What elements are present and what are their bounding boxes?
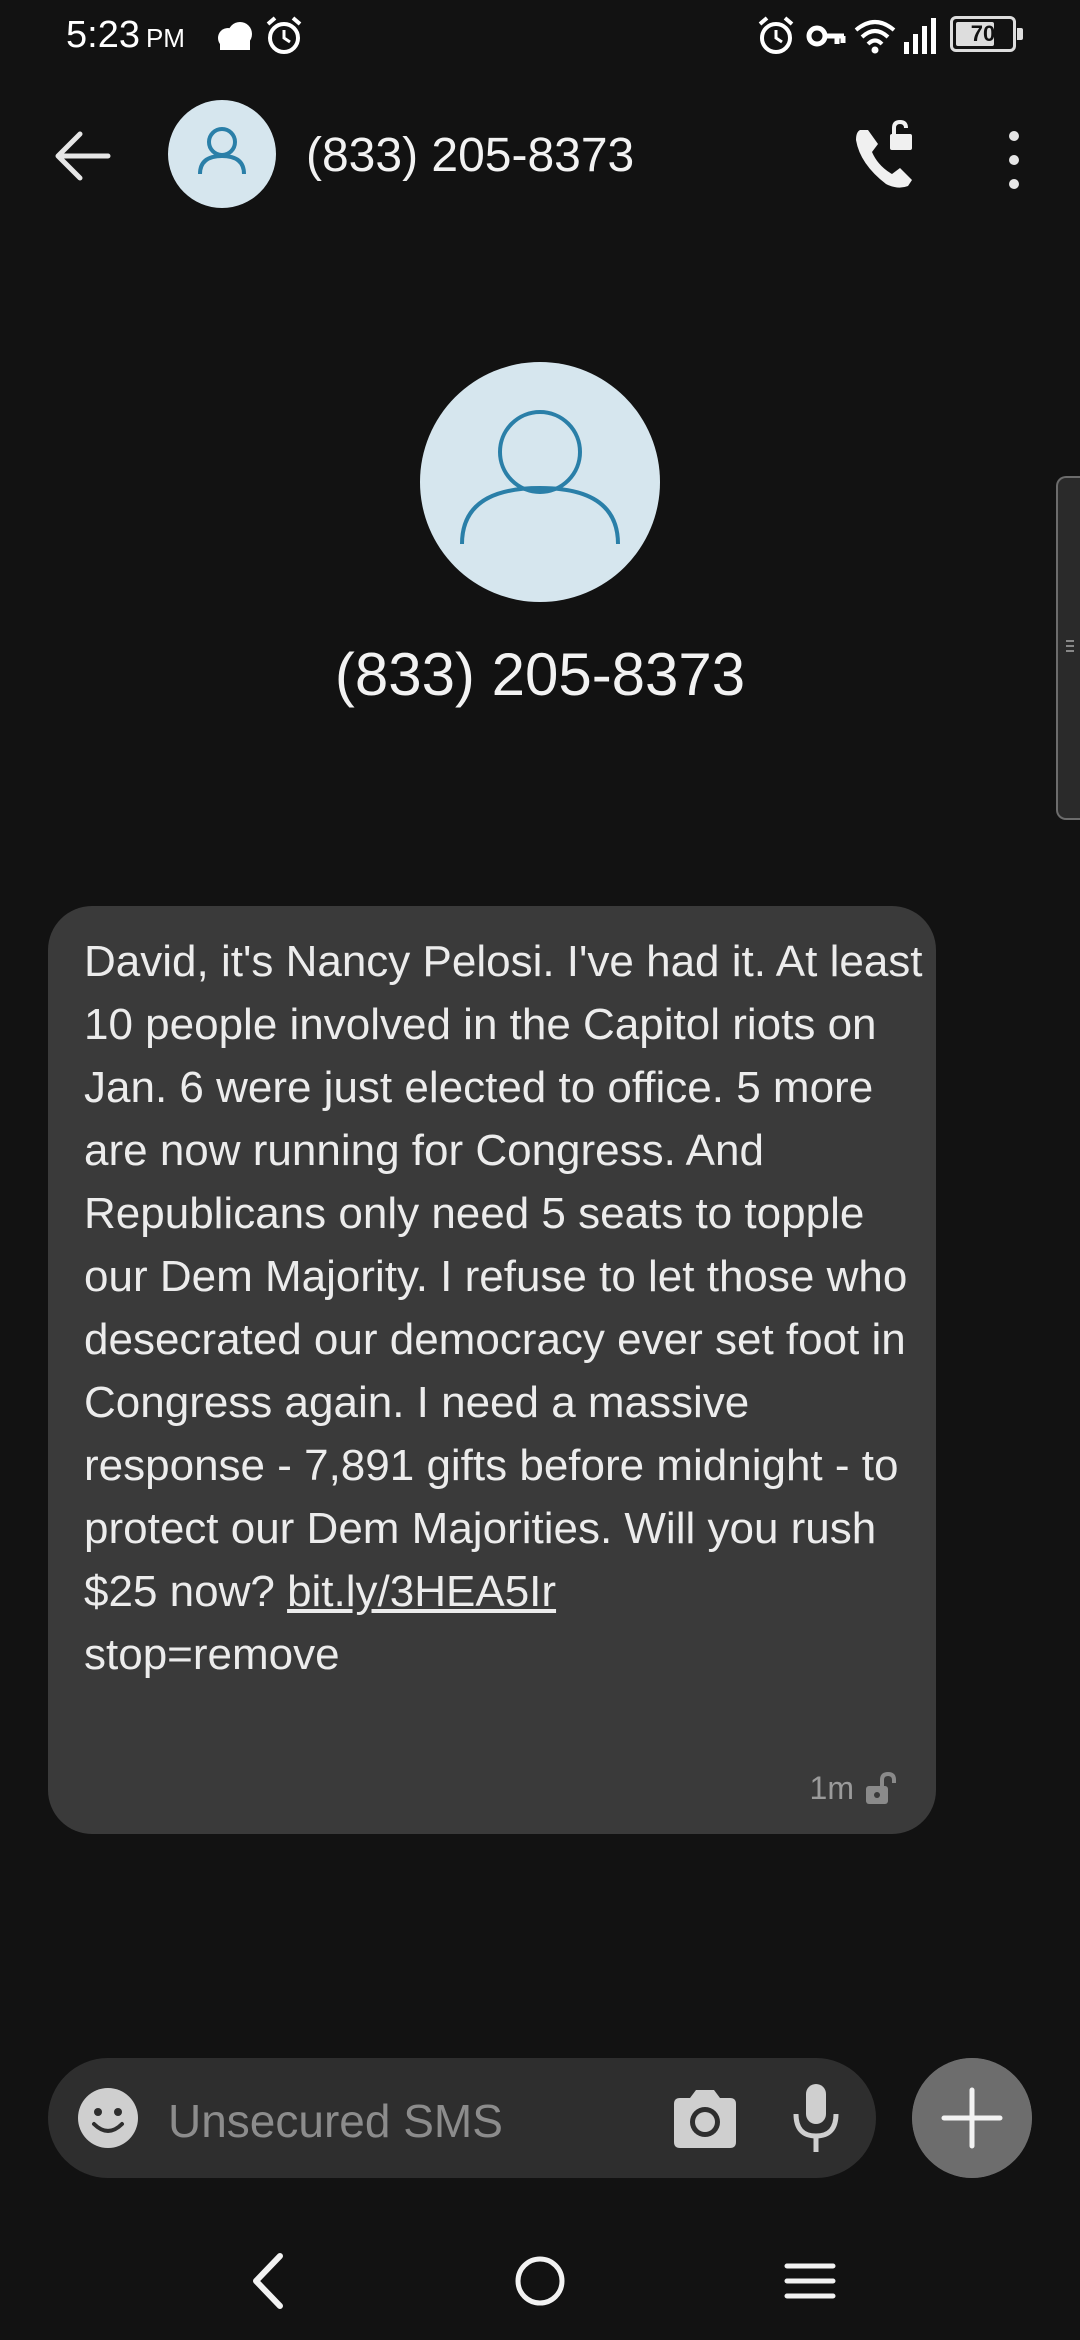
nav-home-button[interactable] (495, 2236, 585, 2326)
microphone-button[interactable] (788, 2082, 844, 2156)
emoji-button[interactable] (76, 2086, 140, 2150)
vpn-key-icon (806, 25, 846, 47)
message-link[interactable]: bit.ly/3HEA5Ir (287, 1567, 556, 1616)
message-text: David, it's Nancy Pelosi. I've had it. A… (84, 937, 923, 1616)
camera-button[interactable] (670, 2088, 740, 2150)
signal-icon (904, 18, 936, 54)
battery-level-text: 70 (970, 21, 996, 46)
contact-avatar[interactable] (168, 100, 276, 208)
add-attachment-button[interactable] (912, 2058, 1032, 2178)
battery-icon: 70 (950, 16, 1023, 52)
nav-recents-button[interactable] (765, 2236, 855, 2326)
message-bubble[interactable]: David, it's Nancy Pelosi. I've had it. A… (48, 906, 936, 1834)
contact-number: (833) 205-8373 (334, 641, 746, 708)
person-icon (198, 127, 246, 175)
status-time: 5:23 PM (66, 14, 185, 56)
message-input[interactable]: Unsecured SMS (168, 2094, 503, 2148)
more-options-button[interactable] (990, 122, 1038, 198)
nav-back-button[interactable] (224, 2236, 314, 2326)
back-button[interactable] (46, 120, 118, 192)
unlocked-icon (866, 1771, 896, 1804)
person-icon (460, 410, 620, 545)
wifi-icon (854, 20, 896, 54)
alarm-icon (266, 16, 302, 54)
scroll-handle[interactable] (1056, 476, 1080, 820)
message-timestamp: 1m (809, 1770, 854, 1806)
message-opt-out: stop=remove (84, 1630, 340, 1679)
message-body: David, it's Nancy Pelosi. I've had it. A… (84, 930, 934, 1686)
conversation-title: (833) 205-8373 (306, 129, 635, 182)
call-button[interactable] (846, 118, 926, 198)
alarm-icon (758, 16, 794, 54)
weather-icon (218, 22, 252, 50)
compose-bar: Unsecured SMS (48, 2058, 876, 2178)
contact-large-avatar[interactable] (420, 362, 660, 602)
